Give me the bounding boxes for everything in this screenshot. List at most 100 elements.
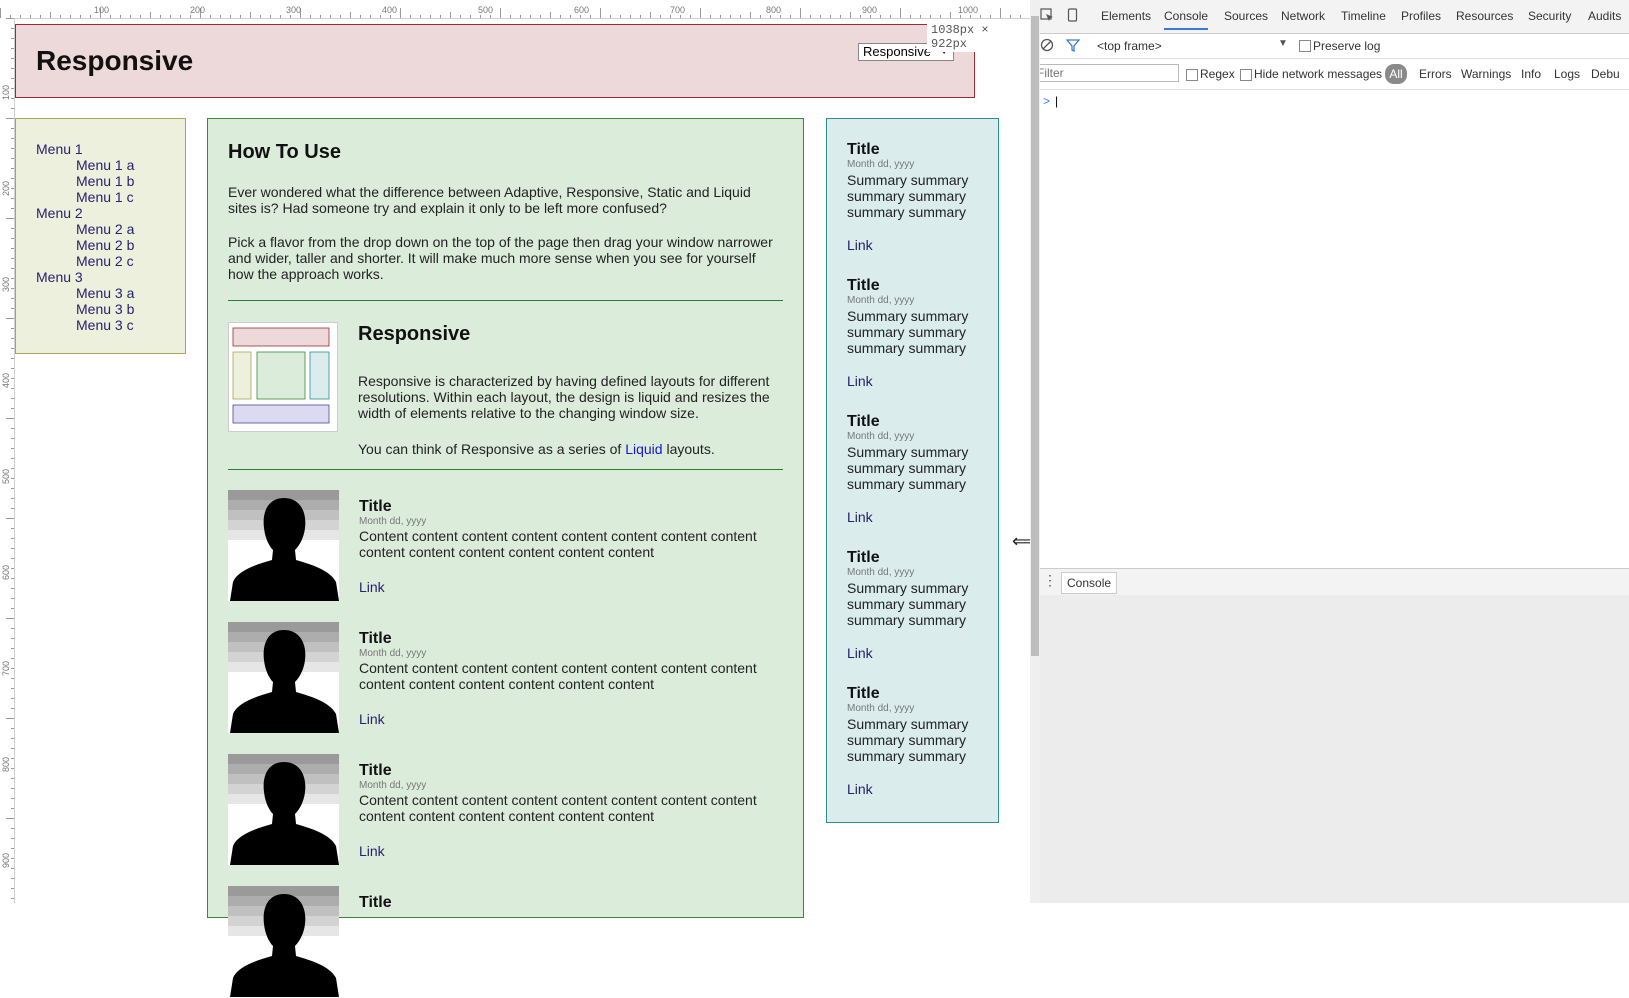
sidebar-item-link[interactable]: Link [847, 237, 873, 253]
tab-profiles[interactable]: Profiles [1401, 9, 1441, 23]
ruler-tick [11, 38, 14, 39]
tab-security[interactable]: Security [1528, 9, 1571, 23]
inspect-element-icon[interactable] [1040, 8, 1054, 25]
ruler-tick [11, 488, 14, 489]
level-errors[interactable]: Errors [1419, 67, 1452, 81]
level-logs[interactable]: Logs [1554, 67, 1580, 81]
tab-resources[interactable]: Resources [1456, 9, 1513, 23]
filter-input[interactable] [1033, 64, 1179, 82]
liquid-link[interactable]: Liquid [625, 441, 662, 457]
level-info[interactable]: Info [1521, 67, 1541, 81]
ruler-tick [11, 738, 14, 739]
menu-item-1[interactable]: Menu 1 [36, 141, 185, 157]
sidebar-item-summary: Summary summary summary summary summary … [847, 308, 969, 356]
article-link[interactable]: Link [359, 579, 385, 595]
devtools-toolbar: Elements Console Sources Network Timelin… [1031, 0, 1629, 34]
sidebar-item-link[interactable]: Link [847, 645, 873, 661]
article-link[interactable]: Link [359, 843, 385, 859]
tab-audits[interactable]: Audits [1588, 9, 1621, 23]
ruler-tick [11, 748, 14, 749]
sidebar-item-date: Month dd, yyyy [847, 567, 915, 578]
ruler-tick [0, 8, 1, 18]
menu-item-2b[interactable]: Menu 2 b [36, 237, 185, 253]
frame-select[interactable]: <top frame> [1097, 39, 1162, 53]
ruler-tick [11, 708, 14, 709]
ruler-tick [11, 538, 14, 539]
ruler-label: 200 [1, 180, 11, 196]
ruler-tick [11, 368, 14, 369]
panel-splitter[interactable] [1030, 0, 1040, 903]
ruler-tick [11, 608, 14, 609]
article-list: Title Month dd, yyyy Content content conte… [228, 470, 783, 998]
frame-dropdown-icon[interactable]: ▼ [1278, 38, 1288, 49]
avatar-silhouette-image [228, 622, 339, 733]
menu-item-3b[interactable]: Menu 3 b [36, 301, 185, 317]
responsive-note: You can think of Responsive as a series … [358, 441, 778, 457]
ruler-tick [11, 378, 14, 379]
level-warnings[interactable]: Warnings [1461, 67, 1511, 81]
sidebar-item-link[interactable]: Link [847, 509, 873, 525]
main-title: How To Use [228, 141, 341, 163]
ruler-tick [11, 248, 14, 249]
console-output[interactable]: > | [1031, 90, 1629, 568]
menu-item-2c[interactable]: Menu 2 c [36, 253, 185, 269]
drawer-tab-console[interactable]: Console [1061, 572, 1118, 594]
device-mode-icon[interactable] [1067, 8, 1079, 26]
preserve-log-checkbox[interactable] [1299, 40, 1311, 52]
ruler-tick [11, 298, 14, 299]
tab-timeline[interactable]: Timeline [1341, 9, 1386, 23]
ruler-tick [11, 458, 14, 459]
ruler-tick [11, 588, 14, 589]
article-date: Month dd, yyyy [359, 516, 427, 527]
ruler-tick [11, 598, 14, 599]
ruler-tick [11, 838, 14, 839]
ruler-tick [11, 168, 14, 169]
filter-icon[interactable] [1065, 38, 1081, 55]
ruler-tick [11, 148, 14, 149]
article-link[interactable]: Link [359, 711, 385, 727]
scrollbar-thumb[interactable] [1031, 16, 1039, 656]
ruler-tick [6, 18, 14, 19]
menu-item-1b[interactable]: Menu 1 b [36, 173, 185, 189]
level-debug[interactable]: Debu [1591, 67, 1620, 81]
ruler-tick [11, 288, 14, 289]
menu-item-3c[interactable]: Menu 3 c [36, 317, 185, 333]
menu-item-2a[interactable]: Menu 2 a [36, 221, 185, 237]
ruler-tick [11, 278, 14, 279]
menu-item-2[interactable]: Menu 2 [36, 205, 185, 221]
tab-sources[interactable]: Sources [1224, 9, 1268, 23]
tab-elements[interactable]: Elements [1101, 9, 1151, 23]
sidebar-item-link[interactable]: Link [847, 781, 873, 797]
menu-item-1a[interactable]: Menu 1 a [36, 157, 185, 173]
ruler-tick [11, 438, 14, 439]
sidebar-item-summary: Summary summary summary summary summary … [847, 716, 969, 764]
menu-item-1c[interactable]: Menu 1 c [36, 189, 185, 205]
ruler-tick [11, 548, 14, 549]
article-body: Content content content content content … [359, 528, 757, 560]
ruler-label: 400 [1, 372, 11, 388]
ruler-tick [11, 398, 14, 399]
article-item: Title Month dd, yyyy Content content conte… [228, 470, 783, 602]
hide-network-checkbox[interactable] [1240, 69, 1252, 81]
article-body: Content content content content content … [359, 660, 757, 692]
clear-console-icon[interactable] [1040, 38, 1054, 55]
level-all[interactable]: All [1385, 64, 1407, 84]
ruler-tick [11, 28, 14, 29]
console-caret[interactable]: | [1055, 94, 1058, 108]
menu-item-3[interactable]: Menu 3 [36, 269, 185, 285]
sidebar-item: Title Month dd, yyyy Summary summary summa… [847, 391, 978, 527]
sidebar-item-link[interactable]: Link [847, 373, 873, 389]
tab-console[interactable]: Console [1164, 9, 1209, 30]
responsive-description: Responsive is characterized by having de… [358, 373, 770, 421]
more-options-icon[interactable]: ⋮ [1043, 572, 1057, 589]
regex-checkbox[interactable] [1186, 69, 1198, 81]
ruler-tick [11, 508, 14, 509]
ruler-tick [11, 858, 14, 859]
menu-item-3a[interactable]: Menu 3 a [36, 285, 185, 301]
tab-network[interactable]: Network [1281, 9, 1325, 23]
site-header: Responsive Responsive ▼ [15, 24, 975, 98]
ruler-tick [11, 898, 14, 899]
flavor-select-value: Responsive [863, 44, 931, 59]
ruler-tick [6, 418, 14, 419]
article-item: Title Month dd, yyyy Content content conte… [228, 602, 783, 734]
